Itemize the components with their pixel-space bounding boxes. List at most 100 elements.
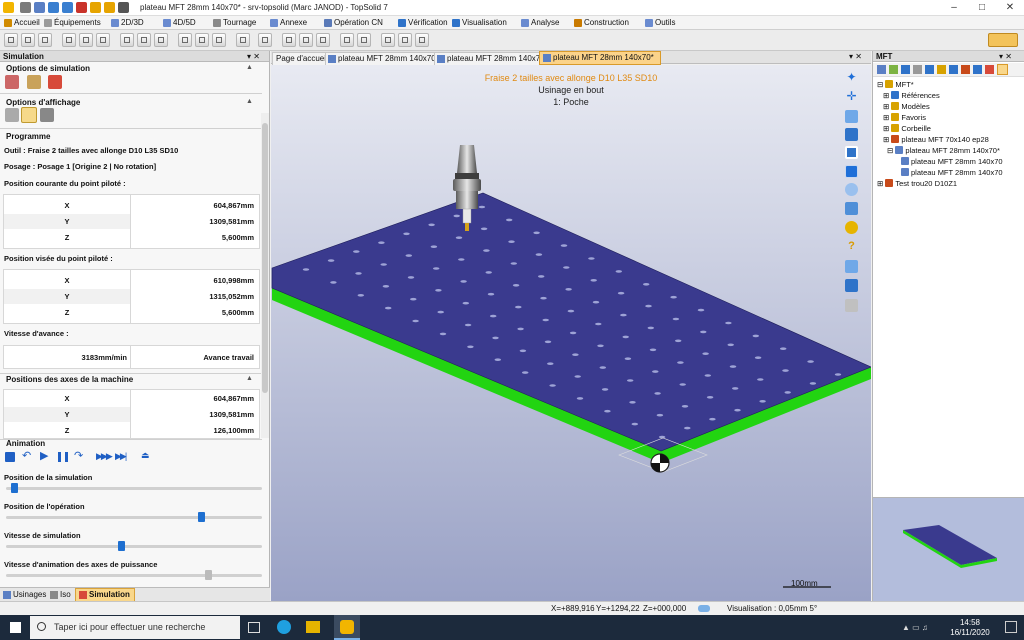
view-zoom-icon[interactable]: [845, 128, 858, 141]
tab-plateau-active[interactable]: plateau MFT 28mm 140x70*: [539, 51, 661, 65]
menu-construction[interactable]: Construction: [573, 17, 631, 29]
tool-5-icon[interactable]: [79, 33, 93, 47]
tool-2-icon[interactable]: [21, 33, 35, 47]
windows-start-icon[interactable]: [10, 622, 21, 633]
tool-1-icon[interactable]: [4, 33, 18, 47]
tree-item-references[interactable]: ⊞ Références: [877, 90, 1023, 101]
file-explorer-icon[interactable]: [306, 621, 320, 633]
eject-icon[interactable]: ⏏: [141, 450, 150, 461]
collapse-icon[interactable]: ▲: [246, 98, 253, 105]
menu-tournage[interactable]: Tournage: [212, 17, 258, 29]
view-tool-icon[interactable]: [845, 299, 858, 312]
topsolid-taskbar-button[interactable]: [334, 615, 360, 640]
display-option-3-icon[interactable]: [40, 108, 54, 122]
menu-visualisation[interactable]: Visualisation: [451, 17, 509, 29]
taskbar-search-box[interactable]: Taper ici pour effectuer une recherche: [30, 616, 240, 639]
mft-tool-10-icon[interactable]: [985, 65, 994, 74]
tab-iso[interactable]: Iso: [50, 589, 71, 601]
clock-date[interactable]: 16/11/2020: [948, 628, 992, 637]
mft-pin-icon[interactable]: ▾ ✕: [999, 51, 1012, 62]
status-snap-icon[interactable]: [698, 605, 710, 612]
tool-21-icon[interactable]: [398, 33, 412, 47]
tool-6-icon[interactable]: [96, 33, 110, 47]
mft-tool-9-icon[interactable]: [973, 65, 982, 74]
collapse-icon[interactable]: ▲: [246, 375, 253, 382]
view-measure-icon[interactable]: [845, 279, 858, 292]
task-view-icon[interactable]: [248, 622, 260, 633]
display-option-1-icon[interactable]: [5, 108, 19, 122]
tabs-menu-icon[interactable]: ▾ ✕: [849, 51, 862, 63]
sim-position-slider[interactable]: [6, 487, 262, 490]
view-grid-icon[interactable]: [845, 146, 858, 159]
tool-9-icon[interactable]: [154, 33, 168, 47]
menu-equipements[interactable]: Équipements: [43, 17, 103, 29]
edge-browser-icon[interactable]: [277, 620, 291, 634]
view-cube-icon[interactable]: [845, 202, 858, 215]
fast-forward-icon[interactable]: ▶▶▶: [96, 451, 113, 462]
display-option-2-icon[interactable]: [21, 107, 37, 123]
maximize-button[interactable]: □: [968, 0, 996, 16]
tool-13-icon[interactable]: [236, 33, 250, 47]
mft-tool-4-icon[interactable]: [913, 65, 922, 74]
stop-icon[interactable]: [5, 452, 15, 462]
view-color-icon[interactable]: [845, 221, 858, 234]
mft-tool-5-icon[interactable]: [925, 65, 934, 74]
redo-icon[interactable]: [62, 2, 73, 13]
tree-item-plateau-1[interactable]: plateau MFT 28mm 140x70: [877, 156, 1023, 167]
view-rotate-icon[interactable]: [845, 110, 858, 123]
view-pan-icon[interactable]: ✛: [845, 90, 858, 103]
sim-option-1-icon[interactable]: [5, 75, 19, 89]
menu-accueil[interactable]: Accueil: [3, 17, 42, 29]
tool-10-icon[interactable]: [178, 33, 192, 47]
undo-icon[interactable]: [48, 2, 59, 13]
tool-22-icon[interactable]: [415, 33, 429, 47]
menu-outils[interactable]: Outils: [644, 17, 677, 29]
axes-speed-slider[interactable]: [6, 574, 262, 577]
tree-item-plateau-2[interactable]: plateau MFT 28mm 140x70: [877, 167, 1023, 178]
pin-icon[interactable]: ▾ ✕: [247, 51, 260, 62]
tree-item-corbeille[interactable]: ⊞ Corbeille: [877, 123, 1023, 134]
tree-item-plateau-70x140[interactable]: ⊞ plateau MFT 70x140 ep28: [877, 134, 1023, 145]
mft-tool-6-icon[interactable]: [937, 65, 946, 74]
tree-item-mft[interactable]: ⊟ MFT*: [877, 79, 1023, 90]
menu-annexe[interactable]: Annexe: [269, 17, 309, 29]
tool-11-icon[interactable]: [195, 33, 209, 47]
view-window-icon[interactable]: [845, 165, 858, 178]
tab-simulation[interactable]: Simulation: [75, 588, 135, 602]
sim-speed-thumb[interactable]: [118, 541, 126, 551]
quick-access-dropdown-icon[interactable]: [118, 2, 129, 13]
tool-16-icon[interactable]: [299, 33, 313, 47]
tool-18-icon[interactable]: [340, 33, 354, 47]
3d-viewport[interactable]: Fraise 2 tailles avec allonge D10 L35 SD…: [271, 65, 871, 601]
tree-item-plateau-active[interactable]: ⊟ plateau MFT 28mm 140x70*: [877, 145, 1023, 156]
op-position-slider[interactable]: [6, 516, 262, 519]
mft-tool-1-icon[interactable]: [877, 65, 886, 74]
tool-17-icon[interactable]: [316, 33, 330, 47]
view-axes-icon[interactable]: ✦: [845, 71, 858, 84]
menu-verification[interactable]: Vérification: [397, 17, 450, 29]
sim-option-2-icon[interactable]: [27, 75, 41, 89]
panel-scrollbar[interactable]: [261, 113, 269, 438]
edit-icon[interactable]: [90, 2, 101, 13]
pause-icon[interactable]: [58, 452, 68, 462]
new-icon[interactable]: [20, 2, 31, 13]
close-button[interactable]: ✕: [996, 0, 1024, 16]
view-section-icon[interactable]: [845, 260, 858, 273]
tab-page-accueil[interactable]: Page d'accueil: [272, 52, 332, 66]
op-position-thumb[interactable]: [197, 512, 205, 522]
axes-speed-thumb[interactable]: [205, 570, 213, 580]
clock-time[interactable]: 14:58: [950, 618, 990, 627]
menu-4d5d[interactable]: 4D/5D: [162, 17, 198, 29]
tab-plateau-2[interactable]: plateau MFT 28mm 140x70: [434, 52, 549, 66]
tool-15-icon[interactable]: [282, 33, 296, 47]
tool-20-icon[interactable]: [381, 33, 395, 47]
delete-icon[interactable]: [76, 2, 87, 13]
tool-8-icon[interactable]: [137, 33, 151, 47]
menu-2d3d[interactable]: 2D/3D: [110, 17, 146, 29]
menu-analyse[interactable]: Analyse: [520, 17, 561, 29]
mft-tool-11-icon[interactable]: [997, 64, 1008, 75]
scrollbar-thumb[interactable]: [262, 123, 268, 393]
tool-7-icon[interactable]: [120, 33, 134, 47]
tree-item-modeles[interactable]: ⊞ Modèles: [877, 101, 1023, 112]
tool-12-icon[interactable]: [212, 33, 226, 47]
